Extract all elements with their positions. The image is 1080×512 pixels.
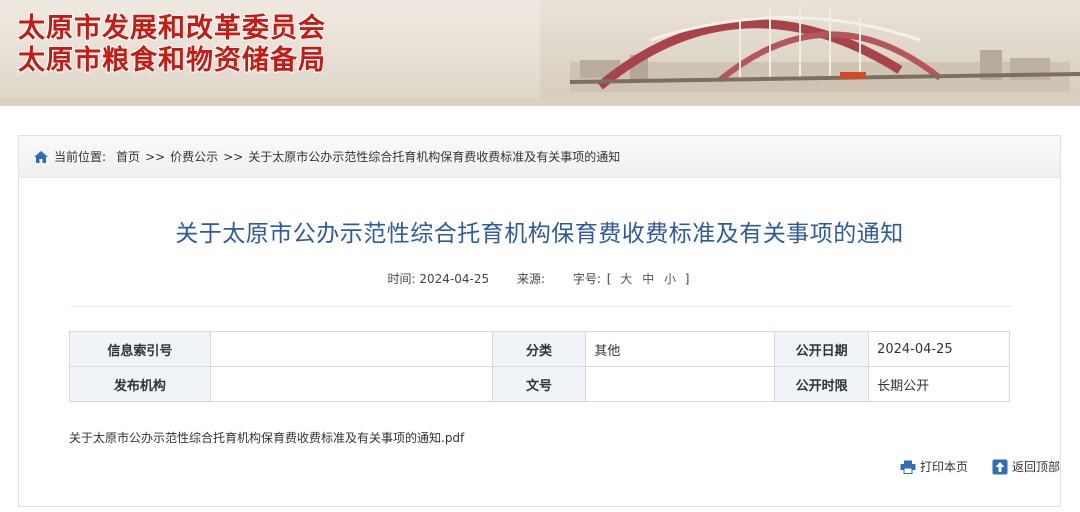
publish-date-value: 2024-04-25	[868, 331, 1010, 367]
index-label: 信息索引号	[69, 331, 211, 367]
print-button[interactable]: 打印本页	[900, 458, 968, 475]
fontsize-open-bracket: [	[606, 272, 612, 286]
breadcrumb-current-link[interactable]: 关于太原市公办示范性综合托育机构保育费收费标准及有关事项的通知	[248, 148, 620, 165]
article-meta: 时间: 2024-04-25 来源: 字号: [ 大 中 小 ]	[19, 270, 1060, 287]
publish-date-label: 公开日期	[774, 331, 870, 367]
breadcrumb-separator: >>	[145, 149, 166, 164]
back-to-top-icon	[992, 459, 1008, 474]
font-size-switcher: 字号: [ 大 中 小 ]	[573, 272, 692, 286]
font-size-small-button[interactable]: 小	[664, 272, 676, 286]
print-label: 打印本页	[919, 460, 968, 474]
breadcrumb-category-link[interactable]: 价费公示	[170, 148, 218, 165]
font-size-large-button[interactable]: 大	[620, 272, 632, 286]
publisher-value	[209, 366, 493, 402]
table-row: 发布机构 文号 公开时限 长期公开	[69, 366, 1010, 402]
breadcrumb-separator: >>	[223, 149, 244, 164]
site-title-line2: 太原市粮食和物资储备局	[18, 45, 326, 76]
font-size-medium-button[interactable]: 中	[642, 272, 654, 286]
disclosure-period-label: 公开时限	[774, 366, 870, 402]
attachment: 关于太原市公办示范性综合托育机构保育费收费标准及有关事项的通知.pdf	[69, 429, 464, 446]
category-label: 分类	[491, 331, 587, 367]
time-value: 2024-04-25	[419, 272, 490, 286]
index-value	[209, 331, 493, 367]
site-header: 太原市发展和改革委员会 太原市粮食和物资储备局	[0, 0, 1080, 106]
attachment-link[interactable]: 关于太原市公办示范性综合托育机构保育费收费标准及有关事项的通知.pdf	[69, 431, 464, 445]
print-icon	[900, 460, 916, 474]
source: 来源:	[517, 272, 545, 286]
info-table: 信息索引号 分类 其他 公开日期 2024-04-25 发布机构 文号 公开时限…	[69, 331, 1010, 402]
breadcrumb-home-link[interactable]: 首页	[116, 148, 140, 165]
back-to-top-button[interactable]: 返回顶部	[992, 458, 1060, 475]
article-panel: 当前位置: 首页 >> 价费公示 >> 关于太原市公办示范性综合托育机构保育费收…	[18, 135, 1061, 507]
page-tools: 打印本页 返回顶部	[900, 458, 1060, 475]
time-label: 时间:	[387, 272, 416, 286]
breadcrumb-prefix: 当前位置:	[54, 150, 107, 164]
article-title: 关于太原市公办示范性综合托育机构保育费收费标准及有关事项的通知	[175, 221, 904, 247]
fontsize-close-bracket: ]	[684, 272, 690, 286]
bridge-banner-image	[540, 0, 1080, 100]
publish-time: 时间: 2024-04-25	[388, 272, 490, 286]
category-value: 其他	[585, 331, 776, 367]
disclosure-period-value: 长期公开	[868, 366, 1010, 402]
doc-number-value	[585, 366, 776, 402]
publisher-label: 发布机构	[69, 366, 211, 402]
divider	[71, 306, 1011, 307]
table-row: 信息索引号 分类 其他 公开日期 2024-04-25	[69, 331, 1010, 367]
source-label: 来源:	[516, 272, 546, 286]
breadcrumb: 当前位置: 首页 >> 价费公示 >> 关于太原市公办示范性综合托育机构保育费收…	[19, 136, 1060, 178]
fontsize-label: 字号:	[572, 272, 601, 286]
home-icon	[34, 150, 48, 163]
back-to-top-label: 返回顶部	[1011, 460, 1060, 474]
doc-number-label: 文号	[491, 366, 587, 402]
